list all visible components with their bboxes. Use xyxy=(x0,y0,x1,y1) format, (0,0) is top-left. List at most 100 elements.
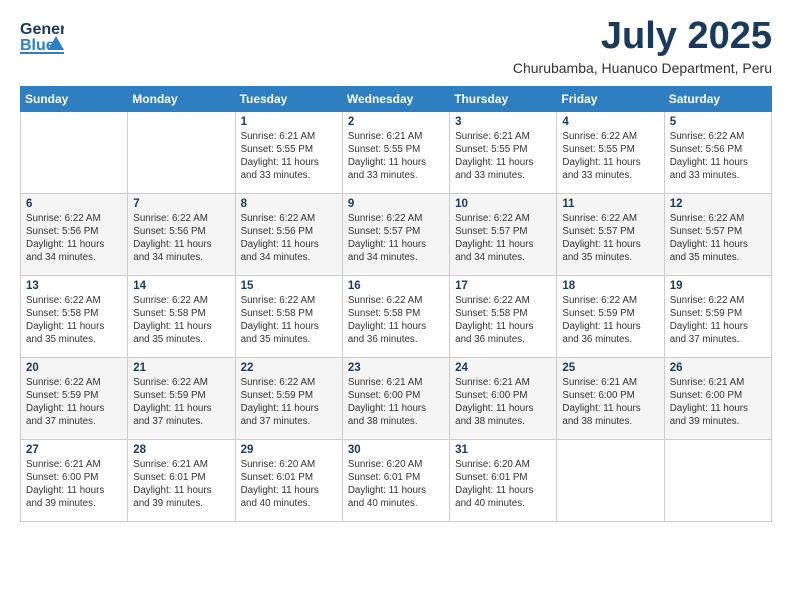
subtitle: Churubamba, Huanuco Department, Peru xyxy=(513,60,772,76)
day-info: Sunrise: 6:21 AM Sunset: 6:00 PM Dayligh… xyxy=(562,376,658,429)
day-number: 3 xyxy=(455,116,551,128)
day-number: 16 xyxy=(348,280,444,292)
day-number: 10 xyxy=(455,198,551,210)
day-info: Sunrise: 6:20 AM Sunset: 6:01 PM Dayligh… xyxy=(455,458,551,511)
day-info: Sunrise: 6:21 AM Sunset: 6:01 PM Dayligh… xyxy=(133,458,229,511)
day-number: 20 xyxy=(26,362,122,374)
day-number: 14 xyxy=(133,280,229,292)
day-info: Sunrise: 6:20 AM Sunset: 6:01 PM Dayligh… xyxy=(241,458,337,511)
day-number: 12 xyxy=(670,198,766,210)
day-number: 13 xyxy=(26,280,122,292)
header: General Blue July 2025 Churubamba, Huanu… xyxy=(20,16,772,76)
weekday-header-row: SundayMondayTuesdayWednesdayThursdayFrid… xyxy=(21,86,772,111)
calendar-cell: 16 Sunrise: 6:22 AM Sunset: 5:58 PM Dayli… xyxy=(342,275,449,357)
calendar-cell: 5 Sunrise: 6:22 AM Sunset: 5:56 PM Daylig… xyxy=(664,111,771,193)
calendar-cell: 9 Sunrise: 6:22 AM Sunset: 5:57 PM Daylig… xyxy=(342,193,449,275)
day-number: 28 xyxy=(133,444,229,456)
day-info: Sunrise: 6:22 AM Sunset: 5:58 PM Dayligh… xyxy=(455,294,551,347)
day-number: 2 xyxy=(348,116,444,128)
day-info: Sunrise: 6:22 AM Sunset: 5:57 PM Dayligh… xyxy=(670,212,766,265)
month-title: July 2025 xyxy=(513,16,772,58)
svg-text:Blue: Blue xyxy=(20,37,55,54)
day-number: 24 xyxy=(455,362,551,374)
day-number: 8 xyxy=(241,198,337,210)
calendar-cell: 6 Sunrise: 6:22 AM Sunset: 5:56 PM Daylig… xyxy=(21,193,128,275)
day-number: 27 xyxy=(26,444,122,456)
calendar-cell: 19 Sunrise: 6:22 AM Sunset: 5:59 PM Dayli… xyxy=(664,275,771,357)
calendar-cell: 27 Sunrise: 6:21 AM Sunset: 6:00 PM Dayli… xyxy=(21,439,128,521)
day-info: Sunrise: 6:22 AM Sunset: 5:58 PM Dayligh… xyxy=(241,294,337,347)
calendar-cell: 23Sunrise: 6:21 AM Sunset: 6:00 PM Dayli… xyxy=(342,357,449,439)
calendar-cell: 21 Sunrise: 6:22 AM Sunset: 5:59 PM Dayli… xyxy=(128,357,235,439)
day-info: Sunrise: 6:22 AM Sunset: 5:56 PM Dayligh… xyxy=(670,130,766,183)
logo: General Blue xyxy=(20,16,66,54)
calendar-cell: 29Sunrise: 6:20 AM Sunset: 6:01 PM Dayli… xyxy=(235,439,342,521)
calendar-cell: 4 Sunrise: 6:22 AM Sunset: 5:55 PM Daylig… xyxy=(557,111,664,193)
calendar-cell xyxy=(128,111,235,193)
day-info: Sunrise: 6:21 AM Sunset: 6:00 PM Dayligh… xyxy=(348,376,444,429)
day-info: Sunrise: 6:22 AM Sunset: 5:59 PM Dayligh… xyxy=(133,376,229,429)
day-number: 30 xyxy=(348,444,444,456)
day-info: Sunrise: 6:22 AM Sunset: 5:57 PM Dayligh… xyxy=(562,212,658,265)
day-number: 1 xyxy=(241,116,337,128)
calendar-week-2: 6 Sunrise: 6:22 AM Sunset: 5:56 PM Daylig… xyxy=(21,193,772,275)
day-info: Sunrise: 6:21 AM Sunset: 6:00 PM Dayligh… xyxy=(670,376,766,429)
weekday-header-tuesday: Tuesday xyxy=(235,86,342,111)
day-info: Sunrise: 6:22 AM Sunset: 5:59 PM Dayligh… xyxy=(241,376,337,429)
calendar-cell: 7 Sunrise: 6:22 AM Sunset: 5:56 PM Daylig… xyxy=(128,193,235,275)
day-number: 19 xyxy=(670,280,766,292)
day-info: Sunrise: 6:21 AM Sunset: 5:55 PM Dayligh… xyxy=(455,130,551,183)
weekday-header-friday: Friday xyxy=(557,86,664,111)
calendar-cell: 11Sunrise: 6:22 AM Sunset: 5:57 PM Dayli… xyxy=(557,193,664,275)
calendar-cell: 31 Sunrise: 6:20 AM Sunset: 6:01 PM Dayli… xyxy=(450,439,557,521)
day-info: Sunrise: 6:21 AM Sunset: 6:00 PM Dayligh… xyxy=(455,376,551,429)
calendar-week-1: 1 Sunrise: 6:21 AM Sunset: 5:55 PM Daylig… xyxy=(21,111,772,193)
day-info: Sunrise: 6:22 AM Sunset: 5:59 PM Dayligh… xyxy=(26,376,122,429)
calendar-cell: 30Sunrise: 6:20 AM Sunset: 6:01 PM Dayli… xyxy=(342,439,449,521)
weekday-header-saturday: Saturday xyxy=(664,86,771,111)
calendar-week-5: 27 Sunrise: 6:21 AM Sunset: 6:00 PM Dayli… xyxy=(21,439,772,521)
day-info: Sunrise: 6:22 AM Sunset: 5:57 PM Dayligh… xyxy=(348,212,444,265)
calendar-cell: 28 Sunrise: 6:21 AM Sunset: 6:01 PM Dayli… xyxy=(128,439,235,521)
calendar-cell: 2Sunrise: 6:21 AM Sunset: 5:55 PM Daylig… xyxy=(342,111,449,193)
day-info: Sunrise: 6:21 AM Sunset: 5:55 PM Dayligh… xyxy=(241,130,337,183)
calendar-cell: 15 Sunrise: 6:22 AM Sunset: 5:58 PM Dayli… xyxy=(235,275,342,357)
weekday-header-sunday: Sunday xyxy=(21,86,128,111)
day-info: Sunrise: 6:22 AM Sunset: 5:55 PM Dayligh… xyxy=(562,130,658,183)
calendar-cell xyxy=(664,439,771,521)
day-number: 21 xyxy=(133,362,229,374)
calendar-cell: 18Sunrise: 6:22 AM Sunset: 5:59 PM Dayli… xyxy=(557,275,664,357)
calendar-week-4: 20 Sunrise: 6:22 AM Sunset: 5:59 PM Dayli… xyxy=(21,357,772,439)
day-info: Sunrise: 6:22 AM Sunset: 5:57 PM Dayligh… xyxy=(455,212,551,265)
calendar-cell: 20 Sunrise: 6:22 AM Sunset: 5:59 PM Dayli… xyxy=(21,357,128,439)
calendar-cell: 26Sunrise: 6:21 AM Sunset: 6:00 PM Dayli… xyxy=(664,357,771,439)
calendar-cell: 24 Sunrise: 6:21 AM Sunset: 6:00 PM Dayli… xyxy=(450,357,557,439)
day-info: Sunrise: 6:22 AM Sunset: 5:56 PM Dayligh… xyxy=(241,212,337,265)
calendar-cell: 17 Sunrise: 6:22 AM Sunset: 5:58 PM Dayli… xyxy=(450,275,557,357)
logo-icon: General Blue xyxy=(20,16,64,54)
title-area: July 2025 Churubamba, Huanuco Department… xyxy=(513,16,772,76)
weekday-header-wednesday: Wednesday xyxy=(342,86,449,111)
day-number: 9 xyxy=(348,198,444,210)
calendar-cell: 1 Sunrise: 6:21 AM Sunset: 5:55 PM Daylig… xyxy=(235,111,342,193)
calendar-cell xyxy=(557,439,664,521)
day-info: Sunrise: 6:22 AM Sunset: 5:59 PM Dayligh… xyxy=(562,294,658,347)
day-info: Sunrise: 6:21 AM Sunset: 6:00 PM Dayligh… xyxy=(26,458,122,511)
weekday-header-thursday: Thursday xyxy=(450,86,557,111)
day-info: Sunrise: 6:22 AM Sunset: 5:59 PM Dayligh… xyxy=(670,294,766,347)
day-number: 17 xyxy=(455,280,551,292)
day-number: 15 xyxy=(241,280,337,292)
day-info: Sunrise: 6:22 AM Sunset: 5:58 PM Dayligh… xyxy=(348,294,444,347)
calendar-table: SundayMondayTuesdayWednesdayThursdayFrid… xyxy=(20,86,772,522)
calendar-cell: 25Sunrise: 6:21 AM Sunset: 6:00 PM Dayli… xyxy=(557,357,664,439)
day-number: 6 xyxy=(26,198,122,210)
day-number: 22 xyxy=(241,362,337,374)
day-info: Sunrise: 6:22 AM Sunset: 5:56 PM Dayligh… xyxy=(133,212,229,265)
day-number: 4 xyxy=(562,116,658,128)
calendar-cell: 22 Sunrise: 6:22 AM Sunset: 5:59 PM Dayli… xyxy=(235,357,342,439)
day-info: Sunrise: 6:22 AM Sunset: 5:56 PM Dayligh… xyxy=(26,212,122,265)
day-number: 31 xyxy=(455,444,551,456)
day-number: 5 xyxy=(670,116,766,128)
day-number: 7 xyxy=(133,198,229,210)
day-info: Sunrise: 6:22 AM Sunset: 5:58 PM Dayligh… xyxy=(26,294,122,347)
